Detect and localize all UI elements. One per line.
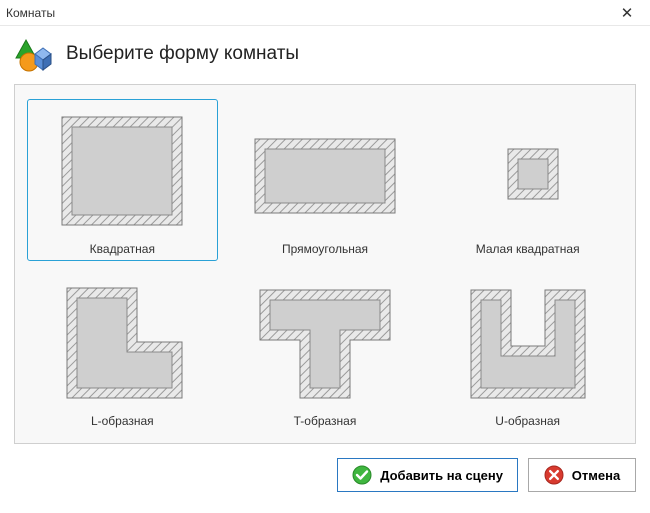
shape-label: U-образная	[495, 414, 560, 428]
shape-grid: Квадратная Прямоугольная Малая квадратна…	[27, 99, 623, 433]
cancel-button-label: Отмена	[572, 468, 620, 483]
shape-option-t[interactable]: T-образная	[230, 271, 421, 433]
shape-preview	[235, 106, 416, 236]
shape-option-l[interactable]: L-образная	[27, 271, 218, 433]
dialog-footer: Добавить на сцену Отмена	[0, 444, 650, 492]
shape-label: Малая квадратная	[476, 242, 580, 256]
window-title: Комнаты	[6, 6, 55, 20]
shape-option-small-square[interactable]: Малая квадратная	[432, 99, 623, 261]
dialog-title: Выберите форму комнаты	[66, 43, 299, 65]
shape-option-u[interactable]: U-образная	[432, 271, 623, 433]
shape-preview	[32, 278, 213, 408]
shape-option-square[interactable]: Квадратная	[27, 99, 218, 261]
shape-label: Прямоугольная	[282, 242, 368, 256]
shape-preview	[437, 106, 618, 236]
titlebar: Комнаты ✕	[0, 0, 650, 26]
shape-option-rectangle[interactable]: Прямоугольная	[230, 99, 421, 261]
close-icon[interactable]: ✕	[612, 4, 642, 22]
dialog-header: Выберите форму комнаты	[0, 26, 650, 84]
shape-preview	[437, 278, 618, 408]
shape-label: Квадратная	[90, 242, 155, 256]
shape-label: T-образная	[294, 414, 357, 428]
check-icon	[352, 465, 372, 485]
shape-preview	[32, 106, 213, 236]
add-to-scene-button[interactable]: Добавить на сцену	[337, 458, 518, 492]
cancel-icon	[544, 465, 564, 485]
add-button-label: Добавить на сцену	[380, 468, 503, 483]
shapes-logo-icon	[14, 34, 54, 74]
shape-picker: Квадратная Прямоугольная Малая квадратна…	[14, 84, 636, 444]
shape-preview	[235, 278, 416, 408]
shape-label: L-образная	[91, 414, 154, 428]
cancel-button[interactable]: Отмена	[528, 458, 636, 492]
